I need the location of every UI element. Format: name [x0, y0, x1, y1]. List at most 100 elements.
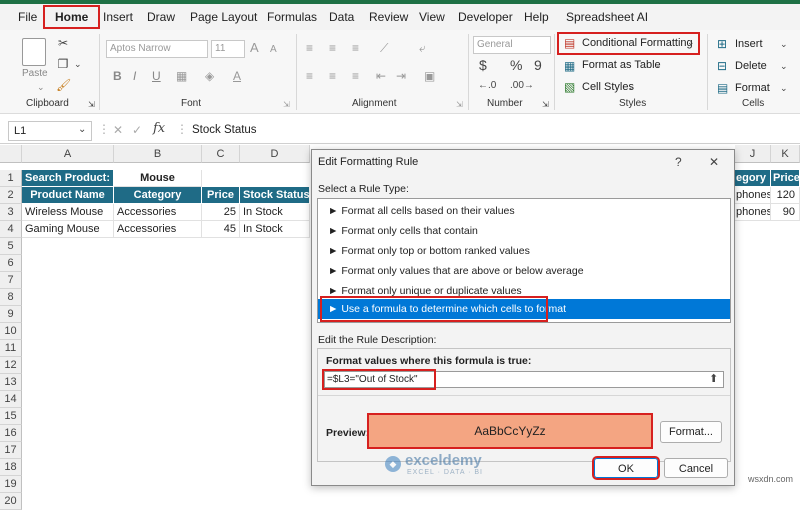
insert-button[interactable]: Insert	[735, 38, 763, 50]
row-header[interactable]: 18	[0, 459, 22, 476]
conditional-formatting-button[interactable]: ▤ Conditional Formatting ⌄	[557, 32, 700, 55]
column-header[interactable]: D	[240, 145, 310, 163]
table-header-product-name[interactable]: Product Name	[22, 187, 114, 204]
cell-price-right[interactable]: 120	[771, 187, 800, 204]
cell-category-right[interactable]: phones	[735, 204, 771, 221]
italic-button[interactable]: I	[133, 69, 136, 83]
row-header[interactable]: 13	[0, 374, 22, 391]
grow-font-icon[interactable]: A	[250, 41, 259, 55]
table-header-category-right[interactable]: egory	[735, 170, 771, 187]
number-format-box[interactable]: General	[473, 36, 551, 54]
align-left-icon[interactable]: ≡	[306, 69, 313, 83]
borders-icon[interactable]: ▦	[176, 69, 187, 83]
increase-indent-icon[interactable]: ⇥	[396, 69, 406, 83]
row-header[interactable]: 11	[0, 340, 22, 357]
clipboard-launcher-icon[interactable]: ⇲	[88, 98, 95, 112]
wrap-text-icon[interactable]: ⤶	[419, 41, 426, 55]
align-bottom-icon[interactable]: ≡	[352, 41, 359, 55]
formula-content[interactable]: Stock Status	[192, 124, 257, 136]
rule-type-list[interactable]: ► Format all cells based on their values…	[317, 198, 731, 323]
column-header[interactable]: J	[735, 145, 771, 163]
cell-stock-status[interactable]: In Stock	[240, 204, 310, 221]
row-header[interactable]: 6	[0, 255, 22, 272]
select-all-corner[interactable]	[0, 145, 22, 163]
cell-price-right[interactable]: 90	[771, 204, 800, 221]
cell-category-right[interactable]: phones	[735, 187, 771, 204]
decrease-indent-icon[interactable]: ⇤	[376, 69, 386, 83]
copy-icon[interactable]: ❐	[56, 57, 70, 71]
cancel-entry-icon[interactable]: ✕	[113, 123, 123, 137]
align-top-icon[interactable]: ≡	[306, 41, 313, 55]
bold-button[interactable]: B	[113, 69, 122, 83]
table-header-category[interactable]: Category	[114, 187, 202, 204]
enter-entry-icon[interactable]: ✓	[132, 123, 142, 137]
row-header[interactable]: 15	[0, 408, 22, 425]
name-box-dropdown-icon[interactable]: ⌄	[78, 123, 86, 137]
menu-view[interactable]: View	[419, 10, 445, 24]
column-header[interactable]: C	[202, 145, 240, 163]
copy-dropdown-icon[interactable]: ⌄	[74, 57, 82, 71]
search-product-value[interactable]: Mouse	[114, 170, 202, 187]
row-header[interactable]: 19	[0, 476, 22, 493]
menu-help[interactable]: Help	[524, 10, 549, 24]
align-center-icon[interactable]: ≡	[329, 69, 336, 83]
menu-spreadsheet-ai[interactable]: Spreadsheet AI	[566, 10, 648, 24]
format-button[interactable]: Format...	[660, 421, 722, 443]
chevron-down-icon[interactable]: ⌄	[780, 37, 788, 51]
alignment-launcher-icon[interactable]: ⇲	[456, 98, 463, 112]
menu-developer[interactable]: Developer	[458, 10, 513, 24]
comma-style-icon[interactable]: 9	[534, 58, 542, 72]
format-button[interactable]: Format	[735, 82, 770, 94]
row-header[interactable]: 12	[0, 357, 22, 374]
rule-type-item[interactable]: ► Format all cells based on their values	[318, 201, 730, 221]
chevron-down-icon[interactable]: ⌄	[653, 58, 661, 72]
rule-type-item[interactable]: ► Format only top or bottom ranked value…	[318, 241, 730, 261]
row-header[interactable]: 2	[0, 187, 22, 204]
increase-decimal-icon[interactable]: ←.0	[478, 79, 496, 93]
row-header[interactable]: 4	[0, 221, 22, 238]
menu-insert[interactable]: Insert	[103, 10, 133, 24]
cell-styles-button[interactable]: Cell Styles	[582, 81, 634, 93]
menu-home[interactable]: Home	[42, 5, 101, 29]
table-header-price-right[interactable]: Price	[771, 170, 800, 187]
column-header[interactable]: B	[114, 145, 202, 163]
rule-type-item[interactable]: ► Format only cells that contain	[318, 221, 730, 241]
decrease-decimal-icon[interactable]: .00→	[510, 79, 534, 93]
table-header-price[interactable]: Price	[202, 187, 240, 204]
chevron-down-icon[interactable]: ⌄	[628, 80, 636, 94]
column-header[interactable]: A	[22, 145, 114, 163]
delete-cells-icon[interactable]: ⊟	[717, 59, 727, 73]
close-icon[interactable]: ✕	[709, 155, 719, 169]
row-header[interactable]: 10	[0, 323, 22, 340]
format-as-table-icon[interactable]: ▦	[564, 59, 575, 73]
collapse-dialog-icon[interactable]: ⬆	[709, 372, 718, 386]
align-right-icon[interactable]: ≡	[352, 69, 359, 83]
align-middle-icon[interactable]: ≡	[329, 41, 336, 55]
cell-product-name[interactable]: Wireless Mouse	[22, 204, 114, 221]
merge-center-icon[interactable]: ▣	[424, 69, 435, 83]
row-header[interactable]: 3	[0, 204, 22, 221]
menu-file[interactable]: File	[18, 10, 37, 24]
row-header[interactable]: 9	[0, 306, 22, 323]
search-product-label[interactable]: Search Product:	[22, 170, 114, 187]
menu-review[interactable]: Review	[369, 10, 408, 24]
help-icon[interactable]: ?	[675, 155, 682, 169]
underline-button[interactable]: U	[152, 69, 161, 83]
cell-stock-status[interactable]: In Stock	[240, 221, 310, 238]
cell-price[interactable]: 25	[202, 204, 240, 221]
row-header[interactable]: 14	[0, 391, 22, 408]
number-launcher-icon[interactable]: ⇲	[542, 98, 549, 112]
cell-price[interactable]: 45	[202, 221, 240, 238]
paste-icon[interactable]	[22, 38, 46, 66]
paste-label[interactable]: Paste	[22, 68, 48, 79]
row-header[interactable]: 17	[0, 442, 22, 459]
chevron-down-icon[interactable]: ⌄	[780, 81, 788, 95]
cell-product-name[interactable]: Gaming Mouse	[22, 221, 114, 238]
row-header[interactable]: 20	[0, 493, 22, 510]
row-header[interactable]: 8	[0, 289, 22, 306]
font-name-box[interactable]: Aptos Narrow	[106, 40, 208, 58]
table-header-stock-status[interactable]: Stock Status	[240, 187, 310, 204]
formula-bar-more-icon[interactable]: ⋮	[176, 122, 188, 136]
menu-page-layout[interactable]: Page Layout	[190, 10, 257, 24]
row-header[interactable]: 16	[0, 425, 22, 442]
